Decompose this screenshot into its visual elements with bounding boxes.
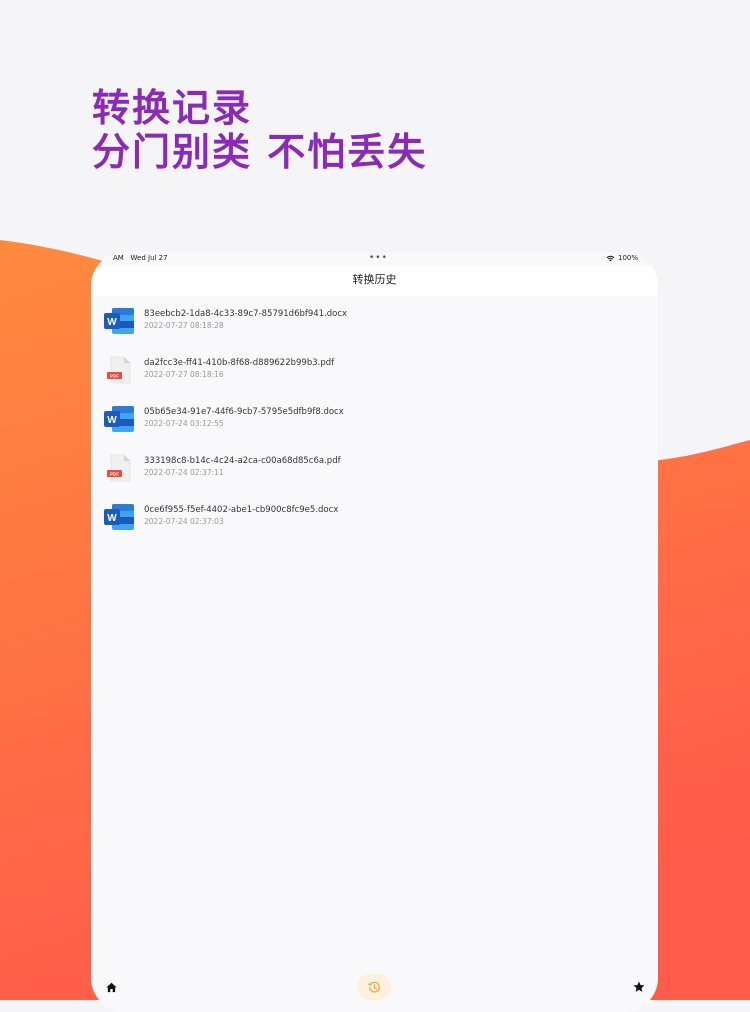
tab-favorites[interactable] bbox=[629, 974, 649, 1000]
star-icon bbox=[633, 981, 645, 992]
pdf-icon: PDF bbox=[107, 454, 131, 482]
word-icon-letter: W bbox=[107, 513, 117, 524]
page-title: 转换历史 bbox=[352, 273, 397, 286]
status-time-date: AM Wed Jul 27 bbox=[113, 254, 168, 262]
file-date: 2022-07-27 08:18:16 bbox=[144, 370, 224, 379]
file-name: 333198c8-b14c-4c24-a2ca-c00a68d85c6a.pdf bbox=[144, 456, 341, 466]
tab-home[interactable] bbox=[101, 974, 121, 1000]
word-icon: W bbox=[104, 308, 134, 334]
home-icon bbox=[105, 982, 117, 992]
status-date: Wed Jul 27 bbox=[130, 254, 168, 262]
file-date: 2022-07-24 02:37:11 bbox=[144, 468, 224, 477]
tab-bar bbox=[91, 974, 658, 1012]
file-date: 2022-07-27 08:18:28 bbox=[144, 321, 224, 330]
multitask-dots-icon[interactable]: ••• bbox=[369, 253, 388, 263]
device-screen: AM Wed Jul 27 ••• 100% 转换历史 W 83eebcb2-1… bbox=[91, 252, 658, 1012]
status-bar: AM Wed Jul 27 ••• 100% bbox=[91, 252, 658, 266]
file-name: da2fcc3e-ff41-410b-8f68-d889622b99b3.pdf bbox=[144, 358, 335, 368]
wifi-icon bbox=[606, 255, 615, 261]
list-item[interactable]: W 0ce6f955-f5ef-4402-abe1-cb900c8fc9e5.d… bbox=[91, 498, 658, 547]
history-icon bbox=[367, 981, 380, 993]
navigation-bar: 转换历史 bbox=[91, 266, 658, 296]
headline-line-2: 分门别类 不怕丢失 bbox=[92, 130, 428, 174]
battery-percent: 100% bbox=[617, 254, 638, 262]
list-item[interactable]: PDF 333198c8-b14c-4c24-a2ca-c00a68d85c6a… bbox=[91, 449, 658, 498]
file-name: 83eebcb2-1da8-4c33-89c7-85791d6bf941.doc… bbox=[144, 309, 348, 319]
list-item[interactable]: PDF da2fcc3e-ff41-410b-8f68-d889622b99b3… bbox=[91, 351, 658, 400]
word-icon-letter: W bbox=[107, 415, 117, 426]
word-icon: W bbox=[104, 406, 134, 432]
status-right: 100% bbox=[606, 254, 638, 262]
file-name: 0ce6f955-f5ef-4402-abe1-cb900c8fc9e5.doc… bbox=[144, 505, 339, 515]
headline-line-1: 转换记录 bbox=[92, 86, 253, 130]
tab-history[interactable] bbox=[357, 974, 391, 1000]
word-icon: W bbox=[104, 504, 134, 530]
list-item[interactable]: W 05b65e34-91e7-44f6-9cb7-5795e5dfb9f8.d… bbox=[91, 400, 658, 449]
word-icon-letter: W bbox=[107, 317, 117, 328]
pdf-icon: PDF bbox=[107, 356, 131, 384]
pdf-icon-label: PDF bbox=[110, 471, 119, 476]
promo-headline: 转换记录 分门别类 不怕丢失 bbox=[92, 86, 427, 174]
file-date: 2022-07-24 03:12:55 bbox=[144, 419, 224, 428]
file-name: 05b65e34-91e7-44f6-9cb7-5795e5dfb9f8.doc… bbox=[144, 407, 344, 417]
pdf-icon-label: PDF bbox=[110, 373, 119, 378]
file-date: 2022-07-24 02:37:03 bbox=[144, 517, 224, 526]
list-item[interactable]: W 83eebcb2-1da8-4c33-89c7-85791d6bf941.d… bbox=[91, 302, 658, 351]
status-time: AM bbox=[113, 254, 124, 262]
file-list: W 83eebcb2-1da8-4c33-89c7-85791d6bf941.d… bbox=[91, 302, 658, 547]
